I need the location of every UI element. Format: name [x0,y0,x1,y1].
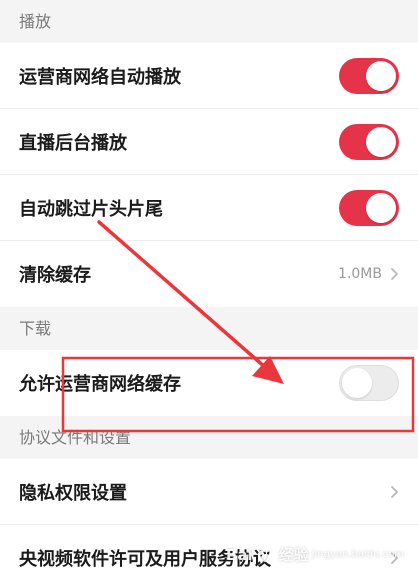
watermark-brand: Bai [226,545,253,564]
setting-label: 自动跳过片头片尾 [19,198,163,220]
setting-row-carrier-autoplay[interactable]: 运营商网络自动播放 [0,43,418,109]
setting-label: 允许运营商网络缓存 [19,374,181,395]
setting-label: 清除缓存 [19,265,91,286]
section-header-playback: 播放 [0,0,418,43]
watermark: Bai 经验 jingyan.baidu.com [226,544,404,565]
chevron-right-icon [390,485,399,498]
setting-label: 隐私权限设置 [19,482,127,504]
cache-size-value: 1.0MB [338,266,382,282]
setting-row-privacy-permissions[interactable]: 隐私权限设置 [0,459,418,525]
toggle-knob [366,126,396,157]
watermark-sub: jingyan.baidu.com [311,549,404,560]
allow-carrier-cache-toggle[interactable] [339,365,399,401]
section-header-agreements: 协议文件和设置 [0,416,418,459]
setting-label: 运营商网络自动播放 [19,66,181,88]
watermark-brand-suffix: 经验 [278,546,309,564]
setting-label: 直播后台播放 [19,132,127,154]
setting-row-clear-cache[interactable]: 清除缓存 1.0MB [0,241,418,307]
paw-logo-icon [258,547,274,562]
setting-row-skip-intro-outro[interactable]: 自动跳过片头片尾 [0,175,418,241]
carrier-autoplay-toggle[interactable] [339,57,399,94]
section-header-download: 下载 [0,307,418,350]
toggle-knob [342,368,372,398]
setting-row-allow-carrier-cache[interactable]: 允许运营商网络缓存 [0,350,418,416]
skip-intro-outro-toggle[interactable] [339,189,399,226]
toggle-knob [366,192,396,223]
chevron-right-icon [390,267,399,281]
live-background-play-toggle[interactable] [339,123,399,160]
setting-row-live-background-play[interactable]: 直播后台播放 [0,109,418,175]
toggle-knob [366,60,396,91]
settings-page: 播放 运营商网络自动播放 直播后台播放 自动跳过片头片尾 清除缓存 1.0MB … [0,0,418,577]
